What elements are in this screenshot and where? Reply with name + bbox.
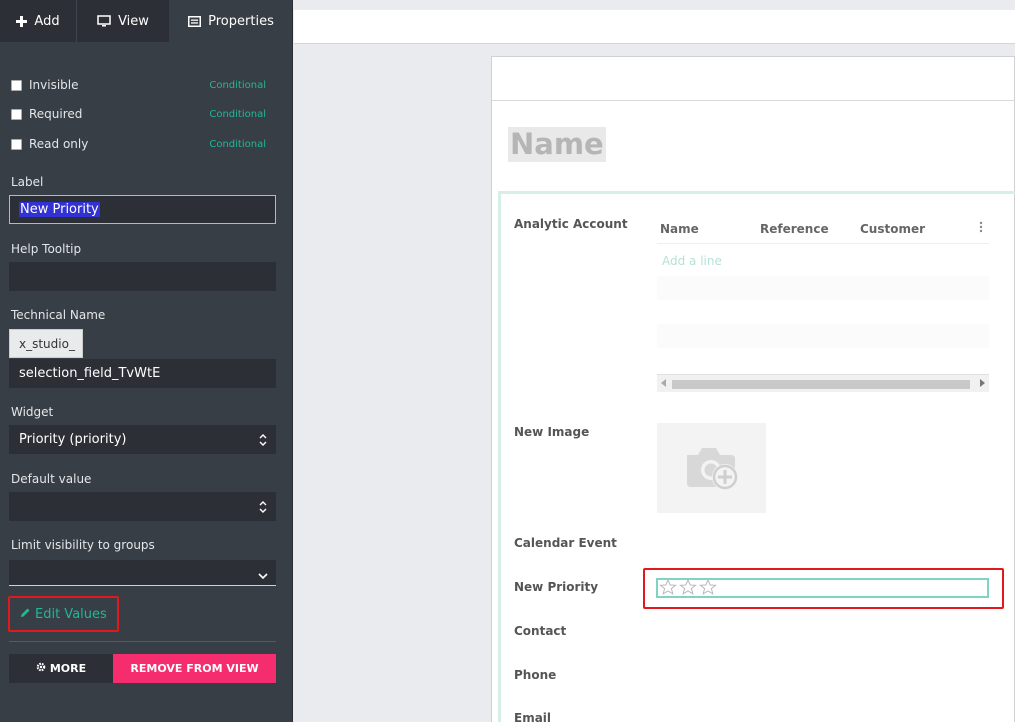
contact-label[interactable]: Contact	[514, 624, 566, 638]
new-image-label[interactable]: New Image	[514, 425, 589, 439]
required-conditional-link[interactable]: Conditional	[209, 109, 266, 120]
image-placeholder[interactable]	[657, 423, 766, 513]
properties-icon	[188, 15, 202, 27]
list-header: Name Reference Customer	[657, 214, 989, 244]
more-button[interactable]: MORE	[9, 654, 113, 683]
control-panel	[294, 10, 1015, 44]
tab-add[interactable]: Add	[0, 0, 77, 42]
required-checkbox[interactable]	[11, 108, 22, 120]
horizontal-scrollbar[interactable]	[657, 374, 989, 392]
invisible-row: Invisible Conditional	[11, 77, 266, 93]
sidebar-tabs: Add View Properties	[0, 0, 292, 42]
tab-properties-label: Properties	[208, 13, 274, 29]
updown-arrows-icon	[259, 433, 267, 451]
star-2-icon[interactable]	[679, 578, 697, 598]
widget-label: Widget	[11, 405, 54, 419]
required-label: Required	[29, 107, 83, 121]
technical-name-label: Technical Name	[11, 308, 106, 322]
star-1-icon[interactable]	[659, 578, 677, 598]
camera-add-icon	[683, 443, 741, 494]
star-3-icon[interactable]	[699, 578, 717, 598]
email-label[interactable]: Email	[514, 711, 551, 722]
gear-icon	[36, 662, 46, 675]
column-name[interactable]: Name	[660, 222, 699, 236]
readonly-conditional-link[interactable]: Conditional	[209, 139, 266, 150]
technical-name-input[interactable]: selection_field_TvWtE	[9, 359, 276, 388]
technical-name-prefix: x_studio_	[9, 329, 83, 358]
invisible-conditional-link[interactable]: Conditional	[209, 80, 266, 91]
plus-icon	[16, 15, 28, 27]
kebab-menu-icon[interactable]	[979, 220, 983, 237]
scroll-left-icon[interactable]	[661, 379, 666, 387]
column-customer[interactable]: Customer	[860, 222, 925, 236]
form-header	[492, 57, 1015, 101]
list-empty-rows	[657, 276, 989, 371]
technical-name-value: selection_field_TvWtE	[19, 366, 161, 381]
tab-view[interactable]: View	[77, 0, 169, 42]
tab-add-label: Add	[34, 13, 60, 29]
help-tooltip-label: Help Tooltip	[11, 242, 82, 256]
updown-arrows-icon	[259, 500, 267, 518]
invisible-label: Invisible	[29, 78, 79, 92]
invisible-checkbox[interactable]	[11, 79, 22, 91]
tab-view-label: View	[118, 13, 149, 29]
readonly-row: Read only Conditional	[11, 136, 266, 152]
add-a-line-link[interactable]: Add a line	[662, 254, 722, 268]
default-value-select[interactable]	[9, 492, 276, 521]
pencil-icon	[20, 607, 31, 622]
readonly-label: Read only	[29, 137, 89, 151]
remove-from-view-label: REMOVE FROM VIEW	[130, 662, 259, 675]
name-field-placeholder[interactable]: Name	[508, 127, 606, 162]
priority-widget[interactable]	[656, 578, 989, 598]
scroll-right-icon[interactable]	[980, 379, 985, 387]
calendar-event-label[interactable]: Calendar Event	[514, 536, 617, 550]
more-button-label: MORE	[49, 662, 87, 675]
column-reference[interactable]: Reference	[760, 222, 829, 236]
remove-from-view-button[interactable]: REMOVE FROM VIEW	[113, 654, 276, 683]
edit-values-button[interactable]: Edit Values	[8, 596, 119, 632]
edit-values-label: Edit Values	[35, 606, 107, 622]
sidebar-divider	[9, 641, 276, 642]
phone-label[interactable]: Phone	[514, 668, 556, 682]
new-priority-label[interactable]: New Priority	[514, 580, 598, 594]
widget-select-value: Priority (priority)	[19, 432, 127, 447]
label-input-value: New Priority	[19, 202, 100, 217]
help-tooltip-input[interactable]	[9, 262, 276, 291]
label-input[interactable]: New Priority	[9, 195, 276, 224]
limit-visibility-select[interactable]	[9, 560, 276, 586]
analytic-account-label[interactable]: Analytic Account	[514, 217, 628, 231]
chevron-down-icon	[258, 569, 268, 583]
required-row: Required Conditional	[11, 106, 266, 122]
readonly-checkbox[interactable]	[11, 138, 22, 150]
monitor-icon	[97, 15, 111, 27]
scrollbar-thumb[interactable]	[672, 380, 970, 389]
tab-properties[interactable]: Properties	[169, 0, 292, 42]
label-field-label: Label	[11, 175, 44, 189]
limit-visibility-label: Limit visibility to groups	[11, 538, 155, 552]
widget-select[interactable]: Priority (priority)	[9, 425, 276, 454]
studio-sidebar: Add View Properties Invisible Conditiona…	[0, 0, 293, 722]
default-value-label: Default value	[11, 472, 92, 486]
